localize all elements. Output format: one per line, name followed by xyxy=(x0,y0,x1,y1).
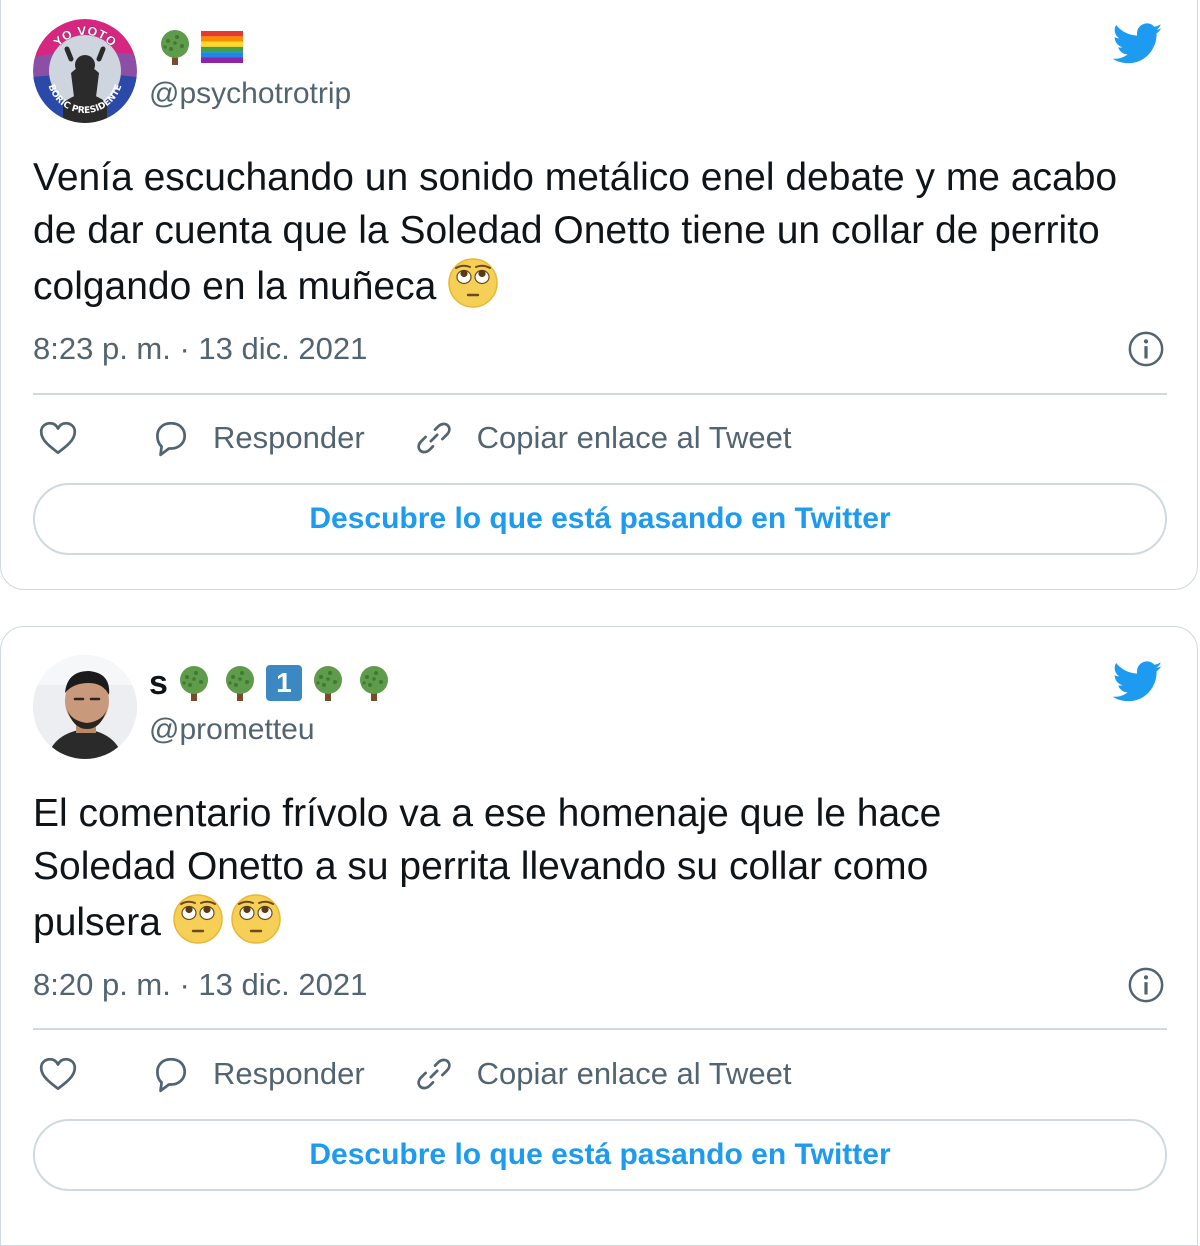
tweet-card[interactable]: s 1 @prometteu El comentario frívolo va … xyxy=(0,626,1198,1246)
display-name[interactable] xyxy=(149,27,243,67)
tweet-text: Venía escuchando un sonido metálico enel… xyxy=(33,151,1163,313)
rainbow-flag-emoji xyxy=(201,31,243,63)
tweet-timestamp[interactable]: 8:20 p. m. · 13 dic. 2021 xyxy=(33,967,367,1003)
tree-emoji xyxy=(174,663,214,703)
avatar[interactable] xyxy=(33,655,137,759)
tree-emoji xyxy=(220,663,260,703)
tweet-text-content: Venía escuchando un sonido metálico enel… xyxy=(33,156,1118,308)
tree-emoji xyxy=(354,663,394,703)
display-name[interactable]: s 1 xyxy=(149,663,394,703)
display-name-text: s xyxy=(149,663,168,702)
avatar[interactable]: YO VOTO BORIC PRESIDENTE xyxy=(33,19,137,123)
face-with-rolling-eyes-emoji xyxy=(230,893,282,945)
tree-emoji xyxy=(155,27,195,67)
divider xyxy=(33,1028,1167,1030)
info-icon[interactable] xyxy=(1127,966,1165,1004)
reply-label: Responder xyxy=(213,420,365,455)
discover-twitter-button[interactable]: Descubre lo que está pasando en Twitter xyxy=(33,483,1167,555)
twitter-bird-icon[interactable] xyxy=(1113,661,1163,703)
link-icon xyxy=(413,417,455,459)
reply-button[interactable]: Responder xyxy=(149,417,365,459)
user-handle[interactable]: @psychotrotrip xyxy=(149,77,351,111)
avatar-image xyxy=(33,655,137,759)
link-icon xyxy=(413,1053,455,1095)
reply-button[interactable]: Responder xyxy=(149,1053,365,1095)
face-with-rolling-eyes-emoji xyxy=(172,893,224,945)
tree-emoji xyxy=(308,663,348,703)
tweet-card[interactable]: YO VOTO BORIC PRESIDENTE @psychotrotrip … xyxy=(0,0,1198,590)
face-with-rolling-eyes-emoji xyxy=(447,257,499,309)
reply-label: Responder xyxy=(213,1056,365,1091)
twitter-bird-icon[interactable] xyxy=(1113,23,1163,65)
tweet-actions: Responder Copiar enlace al Tweet xyxy=(37,417,791,459)
avatar-image: YO VOTO BORIC PRESIDENTE xyxy=(33,19,137,123)
heart-icon xyxy=(37,1053,79,1095)
info-icon[interactable] xyxy=(1127,330,1165,368)
tweet-actions: Responder Copiar enlace al Tweet xyxy=(37,1053,791,1095)
tweet-text-content: El comentario frívolo va a ese homenaje … xyxy=(33,792,942,944)
like-button[interactable] xyxy=(37,1053,79,1095)
reply-icon xyxy=(149,417,191,459)
user-handle[interactable]: @prometteu xyxy=(149,713,315,747)
copy-link-button[interactable]: Copiar enlace al Tweet xyxy=(413,417,792,459)
copy-link-label: Copiar enlace al Tweet xyxy=(476,420,792,455)
reply-icon xyxy=(149,1053,191,1095)
copy-link-button[interactable]: Copiar enlace al Tweet xyxy=(413,1053,792,1095)
copy-link-label: Copiar enlace al Tweet xyxy=(476,1056,792,1091)
divider xyxy=(33,393,1167,395)
like-button[interactable] xyxy=(37,417,79,459)
tweet-timestamp[interactable]: 8:23 p. m. · 13 dic. 2021 xyxy=(33,331,367,367)
heart-icon xyxy=(37,417,79,459)
tweet-text: El comentario frívolo va a ese homenaje … xyxy=(33,787,1053,949)
keycap-one-emoji: 1 xyxy=(265,665,302,701)
discover-twitter-button[interactable]: Descubre lo que está pasando en Twitter xyxy=(33,1119,1167,1191)
